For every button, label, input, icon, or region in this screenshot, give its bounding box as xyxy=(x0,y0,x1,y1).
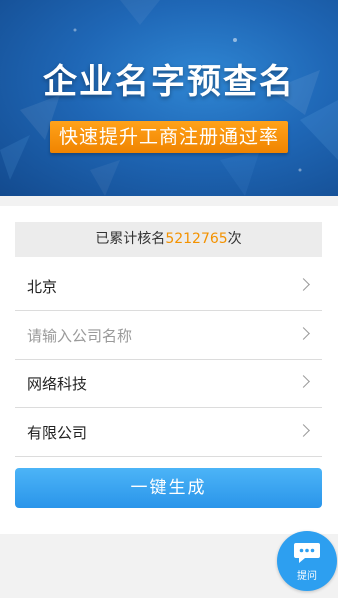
chevron-right-icon xyxy=(297,424,310,437)
ask-question-button[interactable]: 提问 xyxy=(277,531,337,591)
chevron-right-icon xyxy=(297,375,310,388)
generate-button[interactable]: 一键生成 xyxy=(15,468,322,508)
industry-select[interactable]: 网络科技 xyxy=(15,360,322,408)
ask-label: 提问 xyxy=(297,571,317,582)
company-type-select[interactable]: 有限公司 xyxy=(15,409,322,457)
company-name-input[interactable]: 请输入公司名称 xyxy=(15,312,322,360)
counter-prefix: 已累计核名 xyxy=(95,231,166,247)
query-counter: 已累计核名5212765次 xyxy=(15,222,322,257)
company-type-value: 有限公司 xyxy=(27,424,88,442)
banner-subtitle: 快速提升工商注册通过率 xyxy=(50,121,288,153)
chat-icon xyxy=(294,543,320,563)
banner: 企业名字预查名 快速提升工商注册通过率 xyxy=(0,0,338,196)
chevron-right-icon xyxy=(297,278,310,291)
chevron-right-icon xyxy=(297,327,310,340)
counter-number: 5212765 xyxy=(165,231,228,247)
city-select[interactable]: 北京 xyxy=(15,263,322,311)
city-value: 北京 xyxy=(27,278,58,296)
industry-value: 网络科技 xyxy=(27,375,88,393)
banner-title: 企业名字预查名 xyxy=(43,62,295,102)
company-name-placeholder: 请输入公司名称 xyxy=(27,327,133,345)
counter-suffix: 次 xyxy=(227,231,242,247)
